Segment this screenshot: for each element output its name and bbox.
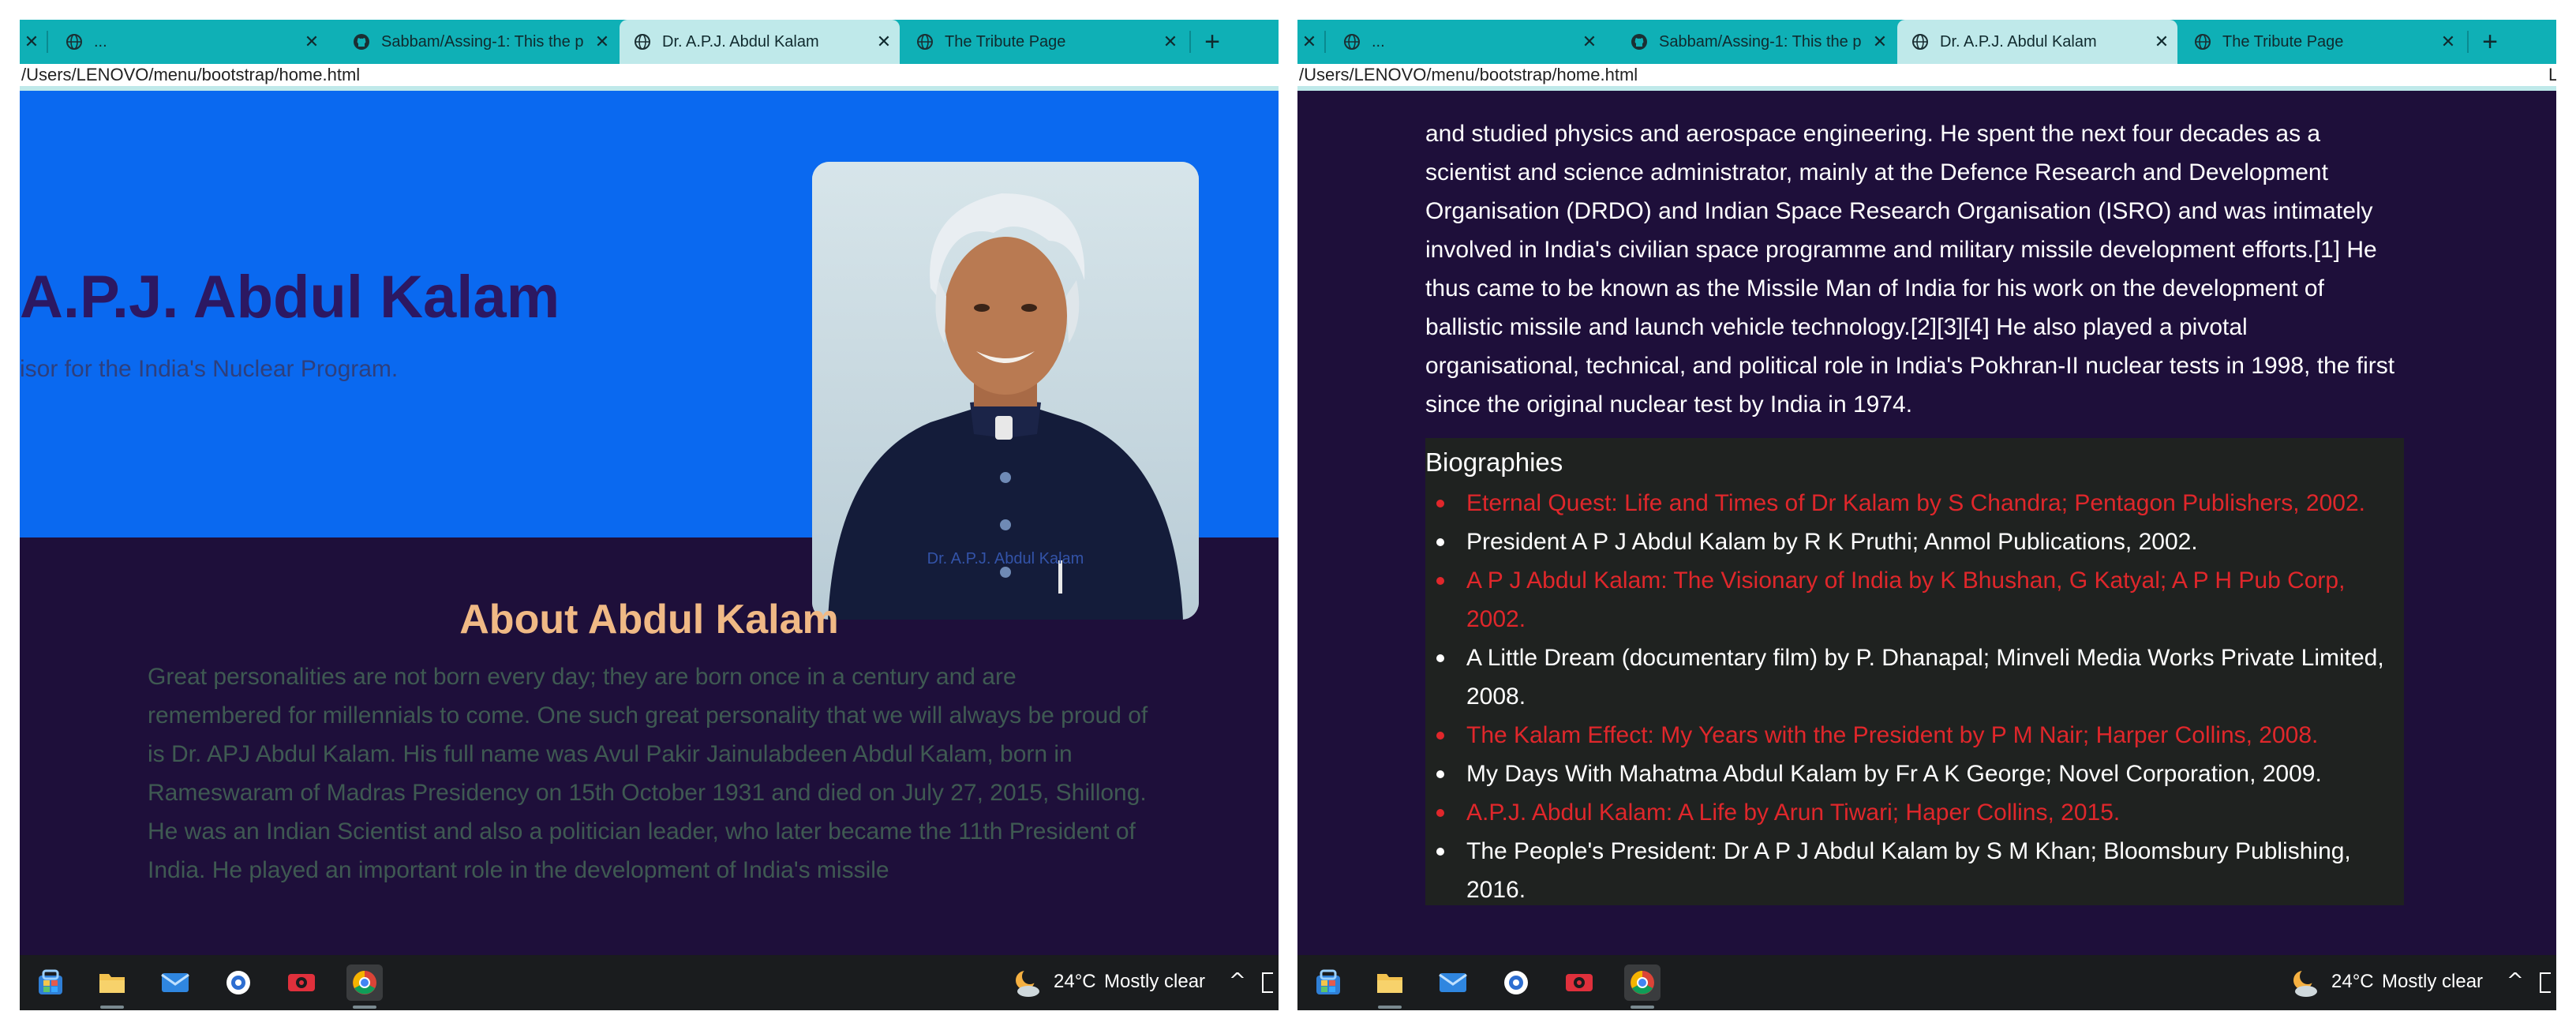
chevron-up-icon[interactable]: ^ xyxy=(1229,969,1246,993)
tab-separator xyxy=(2467,31,2469,53)
list-item: A Little Dream (documentary film) by P. … xyxy=(1425,639,2404,716)
hero-subtitle: isor for the India's Nuclear Program. xyxy=(20,356,399,382)
moon-cloud-icon xyxy=(2293,968,2317,997)
camera-app-icon[interactable] xyxy=(1561,964,1597,1001)
file-explorer-icon[interactable] xyxy=(94,964,130,1009)
list-item[interactable]: Eternal Quest: Life and Times of Dr Kala… xyxy=(1425,484,2404,522)
hero-section: A.P.J. Abdul Kalam isor for the India's … xyxy=(20,91,1279,620)
hero-title: A.P.J. Abdul Kalam xyxy=(20,264,560,331)
tab-1[interactable]: ... ✕ xyxy=(1329,20,1605,64)
tab-title: ... xyxy=(1372,32,1385,51)
taskbar-running-indicator xyxy=(1631,1006,1654,1009)
tray-icon[interactable] xyxy=(2540,972,2551,993)
tab-tribute[interactable]: The Tribute Page ✕ xyxy=(902,20,1186,64)
start-icon[interactable] xyxy=(1310,964,1346,1001)
list-item[interactable]: The Kalam Effect: My Years with the Pres… xyxy=(1425,716,2404,755)
biographies-heading: Biographies xyxy=(1425,448,1563,477)
close-icon[interactable]: ✕ xyxy=(868,32,900,52)
globe-icon xyxy=(634,33,651,51)
app-icon[interactable] xyxy=(220,964,256,1001)
list-item[interactable]: A.P.J. Abdul Kalam: A Life by Arun Tiwar… xyxy=(1425,793,2404,832)
github-icon xyxy=(353,33,370,51)
weather-description[interactable]: Mostly clear xyxy=(1104,971,1205,993)
globe-icon xyxy=(1343,33,1361,51)
address-bar[interactable]: /Users/LENOVO/menu/bootstrap/home.html xyxy=(1297,64,2556,86)
tab-tribute[interactable]: The Tribute Page ✕ xyxy=(2180,20,2464,64)
taskbar: 24°C Mostly clear ^ xyxy=(20,955,1279,1010)
globe-icon xyxy=(66,33,83,51)
mail-icon[interactable] xyxy=(1435,964,1471,1001)
chrome-icon[interactable] xyxy=(1624,964,1661,1009)
about-paragraph: Great personalities are not born every d… xyxy=(148,664,1148,883)
tab-separator xyxy=(47,31,48,53)
close-icon[interactable]: ✕ xyxy=(2432,32,2464,52)
tab-github[interactable]: Sabbam/Assing-1: This the p ✕ xyxy=(1616,20,1896,64)
tab-title: Sabbam/Assing-1: This the p xyxy=(381,32,584,51)
close-icon[interactable]: ✕ xyxy=(1574,32,1605,52)
camera-app-icon[interactable] xyxy=(283,964,320,1001)
tab-strip: ✕ ... ✕ Sabbam/Assing-1: This the p ✕ Dr… xyxy=(20,20,1279,64)
file-explorer-icon[interactable] xyxy=(1372,964,1408,1009)
list-item: President A P J Abdul Kalam by R K Pruth… xyxy=(1425,522,2404,561)
photo-caption: Dr. A.P.J. Abdul Kalam xyxy=(927,550,1084,567)
tab-separator xyxy=(1324,31,1326,53)
tab-kalam-active[interactable]: Dr. A.P.J. Abdul Kalam ✕ xyxy=(620,20,900,64)
address-bar[interactable]: /Users/LENOVO/menu/bootstrap/home.html xyxy=(20,64,1279,86)
tab-strip: ✕ ... ✕ Sabbam/Assing-1: This the p ✕ Dr… xyxy=(1297,20,2556,64)
list-item: My Days With Mahatma Abdul Kalam by Fr A… xyxy=(1425,755,2404,793)
app-icon[interactable] xyxy=(1498,964,1534,1001)
close-icon[interactable]: ✕ xyxy=(20,32,43,52)
biographies-list: Eternal Quest: Life and Times of Dr Kala… xyxy=(1425,484,2404,909)
taskbar: 24°C Mostly clear ^ xyxy=(1297,955,2556,1010)
close-icon[interactable]: ✕ xyxy=(2146,32,2177,52)
tab-pinned[interactable]: ✕ xyxy=(20,20,43,64)
biography-paragraph: and studied physics and aerospace engine… xyxy=(1425,121,2395,418)
tab-separator xyxy=(1189,31,1191,53)
tab-title: Dr. A.P.J. Abdul Kalam xyxy=(1940,32,2097,51)
tray-icon[interactable] xyxy=(1262,972,1273,993)
close-icon[interactable]: ✕ xyxy=(1297,32,1321,52)
tab-title: Sabbam/Assing-1: This the p xyxy=(1659,32,1862,51)
screenshot-left: ✕ ... ✕ Sabbam/Assing-1: This the p ✕ Dr… xyxy=(20,20,1279,1010)
start-icon[interactable] xyxy=(32,964,69,1001)
tab-title: The Tribute Page xyxy=(2222,32,2344,51)
globe-icon xyxy=(2194,33,2211,51)
weather-temperature[interactable]: 24°C xyxy=(1054,971,1096,993)
taskbar-running-indicator xyxy=(100,1006,124,1009)
mail-icon[interactable] xyxy=(157,964,193,1001)
address-bar-overflow: L xyxy=(2548,65,2556,84)
taskbar-running-indicator xyxy=(1378,1006,1402,1009)
screenshot-right: ✕ ... ✕ Sabbam/Assing-1: This the p ✕ Dr… xyxy=(1297,20,2556,1010)
tab-1[interactable]: ... ✕ xyxy=(51,20,328,64)
github-icon xyxy=(1631,33,1648,51)
new-tab-button[interactable]: + xyxy=(2470,20,2510,64)
weather-description[interactable]: Mostly clear xyxy=(2382,971,2483,993)
list-item: The People's President: Dr A P J Abdul K… xyxy=(1425,832,2404,909)
globe-icon xyxy=(1911,33,1929,51)
taskbar-running-indicator xyxy=(353,1006,376,1009)
chevron-up-icon[interactable]: ^ xyxy=(2507,969,2524,993)
moon-cloud-icon xyxy=(1016,968,1039,997)
close-icon[interactable]: ✕ xyxy=(1864,32,1896,52)
tab-title: The Tribute Page xyxy=(945,32,1066,51)
chrome-icon[interactable] xyxy=(346,964,383,1009)
globe-icon xyxy=(916,33,934,51)
tab-github[interactable]: Sabbam/Assing-1: This the p ✕ xyxy=(339,20,618,64)
close-icon[interactable]: ✕ xyxy=(1155,32,1186,52)
biographies-box: Biographies Eternal Quest: Life and Time… xyxy=(1425,438,2404,905)
new-tab-button[interactable]: + xyxy=(1193,20,1232,64)
list-item[interactable]: A P J Abdul Kalam: The Visionary of Indi… xyxy=(1425,561,2404,639)
about-heading: About Abdul Kalam xyxy=(459,597,839,642)
close-icon[interactable]: ✕ xyxy=(296,32,328,52)
tab-title: ... xyxy=(94,32,107,51)
tab-pinned[interactable]: ✕ xyxy=(1297,20,1321,64)
tab-kalam-active[interactable]: Dr. A.P.J. Abdul Kalam ✕ xyxy=(1897,20,2177,64)
close-icon[interactable]: ✕ xyxy=(586,32,618,52)
tab-title: Dr. A.P.J. Abdul Kalam xyxy=(662,32,819,51)
weather-temperature[interactable]: 24°C xyxy=(2331,971,2374,993)
address-bar-border xyxy=(1297,86,2556,91)
